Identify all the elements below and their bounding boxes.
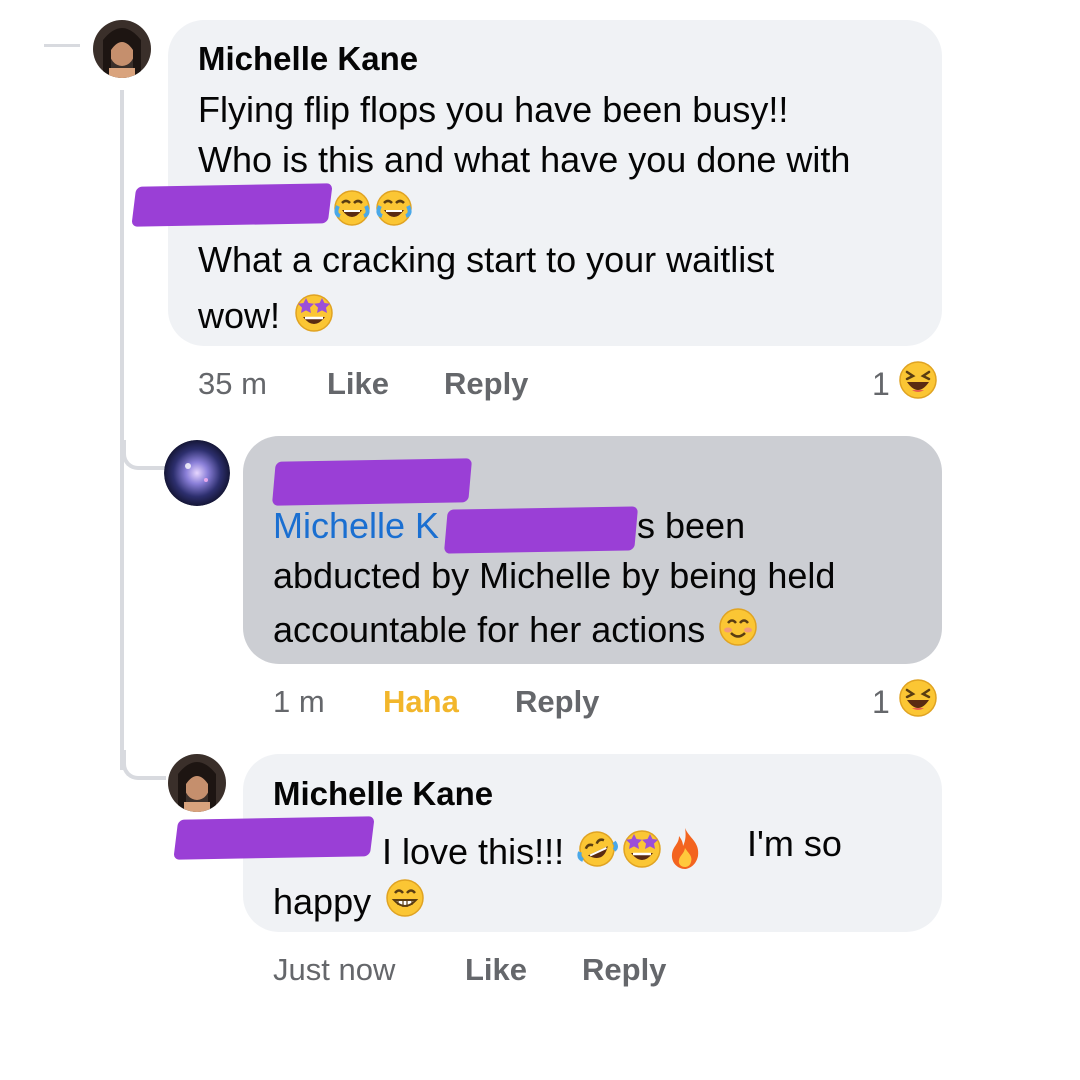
grinning-emoji-icon <box>383 876 427 926</box>
like-button[interactable]: Like <box>327 366 389 402</box>
comment-text-line: Who is this and what have you done with <box>198 139 851 180</box>
comment-author[interactable]: Michelle Kane <box>198 40 418 78</box>
comment-text: wow! <box>198 295 281 336</box>
laughing-reaction-icon <box>898 678 938 726</box>
galaxy-profile-photo <box>164 440 230 506</box>
avatar-michelle-kane[interactable] <box>93 20 151 78</box>
emoji-row <box>330 188 414 234</box>
comment-text-line-wrap: Michelle K <box>273 508 439 544</box>
comment-text-line-wrap: happy <box>273 876 427 926</box>
avatar-michelle-kane[interactable] <box>168 754 226 812</box>
reaction-summary[interactable]: 1 <box>872 360 938 408</box>
profile-photo <box>168 754 226 812</box>
comment-timestamp[interactable]: Just now <box>273 952 395 988</box>
star-struck-emoji-icon <box>292 290 336 340</box>
comment-text-line-wrap: accountable for her actions <box>273 606 759 654</box>
fire-emoji-icon <box>666 826 704 876</box>
mention-link[interactable]: Michelle K <box>273 505 439 546</box>
redaction-mark <box>173 816 375 860</box>
reaction-summary[interactable]: 1 <box>872 678 938 726</box>
redaction-mark-author <box>271 458 473 506</box>
comment-text-line-wrap: wow! <box>198 290 336 340</box>
redaction-mark <box>443 506 639 554</box>
reaction-count: 1 <box>872 683 890 720</box>
reaction-count: 1 <box>872 365 890 402</box>
comment-timestamp[interactable]: 35 m <box>198 366 267 402</box>
rofl-emoji-icon <box>576 828 619 876</box>
thread-connector-vertical <box>120 90 124 770</box>
comment-timestamp[interactable]: 1 m <box>273 684 325 720</box>
joy-emoji-icon <box>332 188 372 234</box>
reply-button[interactable]: Reply <box>582 952 666 988</box>
joy-emoji-icon <box>374 188 414 234</box>
comment-text: accountable for her actions <box>273 609 706 650</box>
haha-reaction-button[interactable]: Haha <box>383 684 459 720</box>
comment-text-line-wrap: I love this!!! <box>382 826 704 876</box>
thread-connector-reply-2 <box>122 750 166 780</box>
like-button[interactable]: Like <box>465 952 527 988</box>
comment-text-line: s been <box>637 505 746 546</box>
profile-photo <box>93 20 151 78</box>
laughing-reaction-icon <box>898 360 938 408</box>
comment-text: happy <box>273 881 372 922</box>
smiling-emoji-icon <box>717 606 759 654</box>
thread-connector-top <box>44 44 80 47</box>
comment-text-line: Flying flip flops you have been busy!! <box>198 89 789 130</box>
reply-button[interactable]: Reply <box>515 684 599 720</box>
comment-author[interactable]: Michelle Kane <box>273 775 493 813</box>
comment-text-line: What a cracking start to your waitlist <box>198 239 775 280</box>
reply-button[interactable]: Reply <box>444 366 528 402</box>
thread-connector-reply-1 <box>122 440 166 470</box>
comment-text-line: abducted by Michelle by being held <box>273 555 836 596</box>
comment-text-line: I'm so <box>747 823 842 864</box>
comment-text: I love this!!! <box>382 831 565 872</box>
star-struck-emoji-icon <box>620 826 664 876</box>
redaction-mark <box>131 183 333 227</box>
avatar-reply-author[interactable] <box>164 440 230 506</box>
